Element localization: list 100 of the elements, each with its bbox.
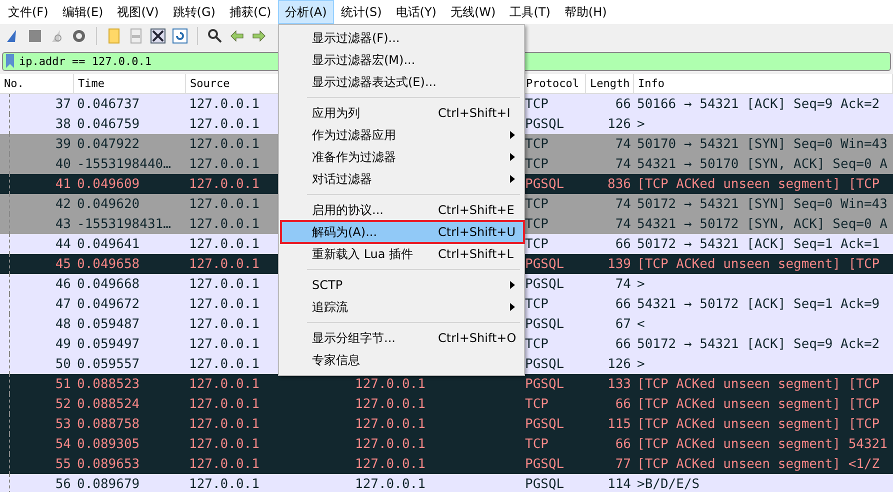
table-cell: 127.0.0.1 (189, 116, 260, 132)
table-cell: 50172 → 54321 [SYN] Seq=0 Win=43 (637, 196, 888, 212)
table-cell: PGSQL (525, 356, 564, 372)
table-cell: < (637, 316, 645, 332)
table-cell: 0.089679 (77, 476, 140, 492)
table-cell: 53 (55, 416, 71, 432)
table-cell: 74 (615, 276, 631, 292)
table-cell: 0.059497 (77, 336, 140, 352)
table-cell: 127.0.0.1 (189, 416, 260, 432)
table-cell: 127.0.0.1 (189, 476, 260, 492)
table-cell: 52 (55, 396, 71, 412)
table-cell: 41 (55, 176, 71, 192)
table-cell: 0.089653 (77, 456, 140, 472)
table-cell: 0.047922 (77, 136, 140, 152)
table-cell: 127.0.0.1 (189, 316, 260, 332)
table-cell: > (637, 116, 645, 132)
table-cell: 49 (55, 336, 71, 352)
table-cell: 127.0.0.1 (189, 176, 260, 192)
table-cell: 127.0.0.1 (355, 416, 426, 432)
table-cell: 0.049658 (77, 256, 140, 272)
table-cell: PGSQL (525, 116, 564, 132)
table-cell: [TCP ACKed unseen segment] [TCP (637, 376, 880, 392)
table-cell: 38 (55, 116, 71, 132)
table-cell: 114 (608, 476, 631, 492)
table-cell: 127.0.0.1 (189, 436, 260, 452)
table-cell: 0.059487 (77, 316, 140, 332)
table-cell: 127.0.0.1 (189, 396, 260, 412)
table-cell: 127.0.0.1 (189, 456, 260, 472)
table-cell: 50172 → 54321 [ACK] Seq=9 Ack=2 (637, 336, 880, 352)
table-cell: 836 (608, 176, 631, 192)
table-cell: 127.0.0.1 (189, 256, 260, 272)
table-cell: 127.0.0.1 (189, 276, 260, 292)
table-cell: 42 (55, 196, 71, 212)
table-cell: 126 (608, 356, 631, 372)
table-cell: 74 (615, 216, 631, 232)
table-cell: PGSQL (525, 316, 564, 332)
table-cell: 48 (55, 316, 71, 332)
table-cell: 66 (615, 96, 631, 112)
table-cell: PGSQL (525, 456, 564, 472)
table-cell: 127.0.0.1 (189, 376, 260, 392)
table-cell: 74 (615, 196, 631, 212)
table-cell: 0.088758 (77, 416, 140, 432)
table-cell: 127.0.0.1 (189, 336, 260, 352)
table-cell: 66 (615, 296, 631, 312)
table-cell: 127.0.0.1 (355, 476, 426, 492)
table-cell: [TCP ACKed unseen segment] 54321 (637, 436, 888, 452)
table-cell: 54 (55, 436, 71, 452)
table-cell: 44 (55, 236, 71, 252)
table-cell: 43 (55, 216, 71, 232)
table-cell: 127.0.0.1 (355, 396, 426, 412)
table-cell: 50166 → 54321 [ACK] Seq=9 Ack=2 (637, 96, 880, 112)
table-cell: 133 (608, 376, 631, 392)
table-cell: TCP (525, 436, 548, 452)
table-cell: PGSQL (525, 376, 564, 392)
table-cell: > (637, 276, 645, 292)
table-cell: 54321 → 50172 [SYN, ACK] Seq=0 A (637, 216, 888, 232)
table-cell: 127.0.0.1 (189, 216, 260, 232)
table-cell: 46 (55, 276, 71, 292)
table-cell: 127.0.0.1 (189, 156, 260, 172)
table-cell: 0.049641 (77, 236, 140, 252)
table-cell: 0.046737 (77, 96, 140, 112)
table-cell: 126 (608, 116, 631, 132)
table-cell: 0.059557 (77, 356, 140, 372)
table-cell: 77 (615, 456, 631, 472)
table-cell: 115 (608, 416, 631, 432)
table-cell: 127.0.0.1 (355, 436, 426, 452)
table-cell: -1553198431… (77, 216, 171, 232)
table-cell: [TCP ACKed unseen segment] [TCP (637, 396, 880, 412)
table-cell: 0.088523 (77, 376, 140, 392)
table-cell: [TCP ACKed unseen segment] [TCP (637, 176, 880, 192)
table-cell: TCP (525, 156, 548, 172)
table-cell: TCP (525, 96, 548, 112)
table-cell: [TCP ACKed unseen segment] [TCP (637, 416, 880, 432)
table-cell: 54321 → 50172 [ACK] Seq=1 Ack=9 (637, 296, 880, 312)
table-cell: TCP (525, 236, 548, 252)
table-cell: 127.0.0.1 (355, 456, 426, 472)
table-cell: 47 (55, 296, 71, 312)
table-cell: PGSQL (525, 276, 564, 292)
table-cell: 0.049672 (77, 296, 140, 312)
table-cell: 127.0.0.1 (189, 96, 260, 112)
table-cell: 39 (55, 136, 71, 152)
table-cell: TCP (525, 396, 548, 412)
table-cell: 0.049668 (77, 276, 140, 292)
table-cell: TCP (525, 336, 548, 352)
table-cell: 67 (615, 316, 631, 332)
table-cell: [TCP ACKed unseen segment] [TCP (637, 256, 880, 272)
table-cell: 0.046759 (77, 116, 140, 132)
table-cell: 0.049609 (77, 176, 140, 192)
table-cell: 50 (55, 356, 71, 372)
table-cell: 127.0.0.1 (189, 236, 260, 252)
table-cell: > (637, 356, 645, 372)
table-cell: 40 (55, 156, 71, 172)
table-cell: 66 (615, 396, 631, 412)
table-cell: >B/D/E/S (637, 476, 700, 492)
table-cell: 55 (55, 456, 71, 472)
table-cell: 50170 → 54321 [SYN] Seq=0 Win=43 (637, 136, 888, 152)
table-cell: 51 (55, 376, 71, 392)
table-cell: 0.089305 (77, 436, 140, 452)
table-cell: PGSQL (525, 176, 564, 192)
table-cell: PGSQL (525, 416, 564, 432)
